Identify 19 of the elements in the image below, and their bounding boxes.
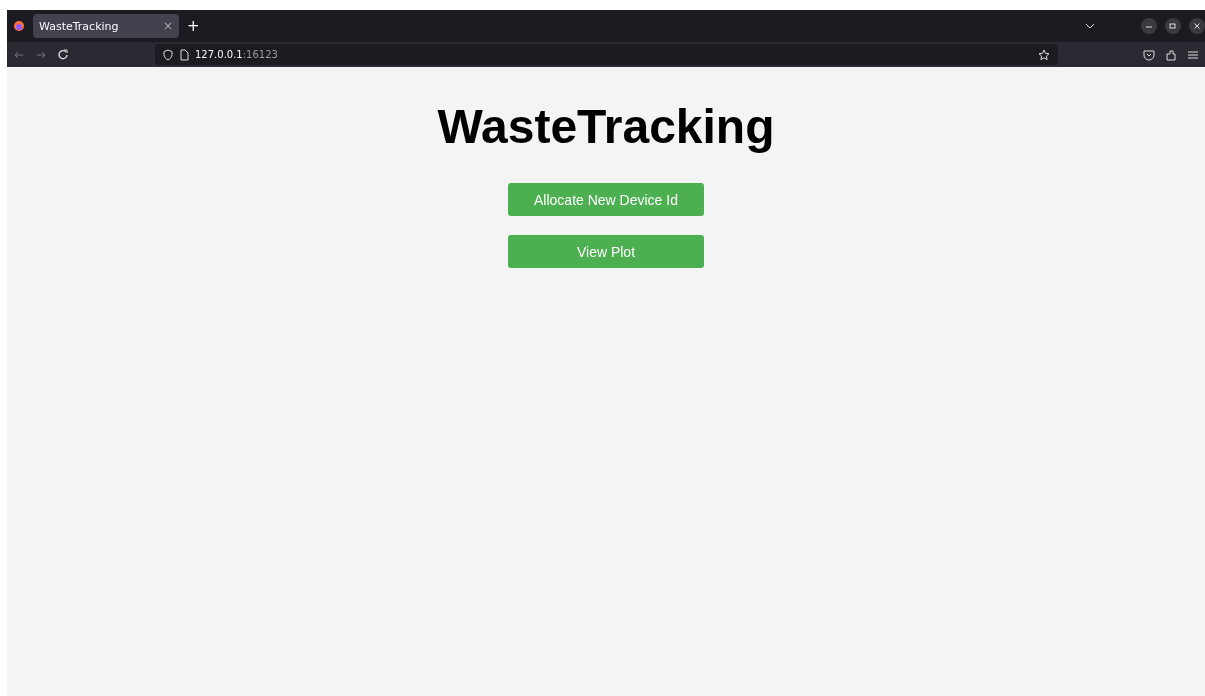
page-icon[interactable] [179,48,189,61]
pocket-icon[interactable] [1143,48,1155,61]
minimize-icon[interactable] [1141,18,1157,34]
reload-icon[interactable] [57,48,69,61]
close-icon[interactable] [1189,18,1205,34]
chevron-down-icon[interactable] [1085,22,1095,30]
shield-icon[interactable] [163,48,173,61]
tab-close[interactable]: × [162,19,173,33]
menu-icon[interactable] [1187,48,1199,61]
url-host: 127.0.0.1 [195,49,243,60]
back-arrow-icon[interactable] [13,49,25,60]
address-bar[interactable]: 127.0.0.1:16123 [155,44,1058,65]
url-port: :16123 [242,49,278,60]
new-tab-button[interactable]: + [187,17,200,35]
star-icon[interactable] [1038,48,1050,61]
forward-arrow-icon[interactable] [35,49,47,60]
restore-icon[interactable] [1165,18,1181,34]
page-title: WasteTracking [437,99,775,154]
browser-tab[interactable]: WasteTracking × [33,14,179,38]
